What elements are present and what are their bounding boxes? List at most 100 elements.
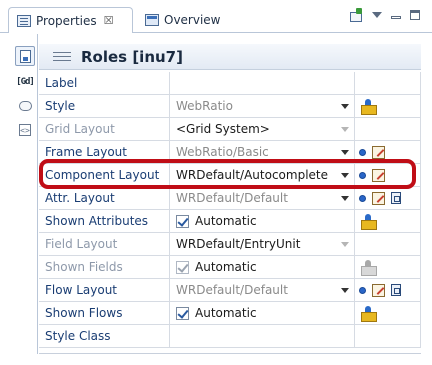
dot-icon[interactable] bbox=[359, 171, 366, 179]
automatic-checkbox bbox=[176, 260, 189, 274]
tab-overview-label: Overview bbox=[164, 13, 221, 27]
property-label: Grid Layout bbox=[39, 118, 170, 141]
view-menu-icon[interactable] bbox=[372, 11, 382, 18]
side-tab-code[interactable]: <> bbox=[15, 120, 35, 140]
checkbox-label: Automatic bbox=[195, 306, 257, 320]
edit-icon[interactable] bbox=[372, 283, 385, 297]
actions-cell bbox=[355, 187, 421, 210]
minimize-icon[interactable] bbox=[391, 16, 401, 19]
row-flow-layout: Flow Layout WRDefault/Default bbox=[39, 279, 421, 302]
frame-layout-value[interactable]: WebRatio/Basic bbox=[170, 141, 355, 164]
component-layout-value[interactable]: WRDefault/Autocomplete bbox=[170, 164, 355, 187]
file-icon[interactable] bbox=[391, 192, 401, 204]
divider bbox=[39, 353, 421, 354]
style-dropdown[interactable] bbox=[335, 95, 355, 118]
row-component-layout: Component Layout WRDefault/Autocomplete bbox=[39, 164, 421, 187]
tab-properties-label: Properties bbox=[36, 13, 97, 28]
actions-cell bbox=[355, 118, 421, 141]
shown-flows-value[interactable]: Automatic bbox=[170, 302, 355, 325]
field-layout-value: WRDefault/EntryUnit bbox=[170, 233, 355, 256]
shown-fields-value: Automatic bbox=[170, 256, 355, 279]
chevron-down-icon bbox=[340, 103, 349, 109]
overview-icon bbox=[145, 14, 159, 26]
shown-attributes-value[interactable]: Automatic bbox=[170, 210, 355, 233]
actions-cell bbox=[355, 233, 421, 256]
row-field-layout: Field Layout WRDefault/EntryUnit bbox=[39, 233, 421, 256]
select-icon bbox=[359, 259, 377, 276]
property-label: Style bbox=[39, 95, 170, 118]
actions-cell bbox=[355, 302, 421, 325]
select-icon[interactable] bbox=[359, 213, 377, 230]
empty-cell bbox=[335, 256, 355, 279]
side-tab-grid[interactable]: [Gd] bbox=[15, 72, 35, 92]
comment-icon bbox=[18, 101, 32, 111]
property-label: Style Class bbox=[39, 325, 170, 348]
actions-cell bbox=[355, 325, 421, 348]
close-icon[interactable]: ☒ bbox=[104, 14, 114, 27]
row-label: Label bbox=[39, 72, 421, 95]
automatic-checkbox[interactable] bbox=[176, 214, 189, 228]
chevron-down-icon bbox=[340, 172, 349, 178]
row-grid-layout: Grid Layout <Grid System> bbox=[39, 118, 421, 141]
edit-icon[interactable] bbox=[372, 145, 385, 159]
field-layout-dropdown bbox=[335, 233, 355, 256]
property-label: Flow Layout bbox=[39, 279, 170, 302]
actions-cell bbox=[355, 164, 421, 187]
select-icon[interactable] bbox=[359, 305, 377, 322]
row-shown-attributes: Shown Attributes Automatic bbox=[39, 210, 421, 233]
maximize-icon[interactable] bbox=[410, 9, 420, 20]
actions-cell bbox=[355, 95, 421, 118]
side-tab-general[interactable] bbox=[15, 46, 35, 66]
property-label: Shown Fields bbox=[39, 256, 170, 279]
chevron-down-icon bbox=[340, 149, 349, 155]
actions-cell bbox=[355, 279, 421, 302]
grid-layout-dropdown bbox=[335, 118, 355, 141]
dot-icon[interactable] bbox=[359, 194, 366, 202]
empty-cell bbox=[335, 72, 355, 95]
dot-icon[interactable] bbox=[359, 286, 366, 294]
properties-header: Roles [inu7] bbox=[39, 44, 421, 70]
select-icon[interactable] bbox=[359, 98, 377, 115]
chevron-down-icon bbox=[340, 287, 349, 293]
property-label: Component Layout bbox=[39, 164, 170, 187]
actions-cell bbox=[355, 256, 421, 279]
tab-overview[interactable]: Overview bbox=[137, 7, 247, 33]
grid-layout-value: <Grid System> bbox=[170, 118, 355, 141]
style-class-value-input[interactable] bbox=[170, 325, 355, 348]
view-toolbar bbox=[349, 8, 420, 22]
empty-cell bbox=[335, 302, 355, 325]
tab-properties[interactable]: Properties ☒ bbox=[8, 7, 133, 33]
property-label: Shown Attributes bbox=[39, 210, 170, 233]
side-tab-comments[interactable] bbox=[15, 96, 35, 116]
style-value[interactable]: WebRatio bbox=[170, 95, 355, 118]
flow-layout-value[interactable]: WRDefault/Default bbox=[170, 279, 355, 302]
dot-icon[interactable] bbox=[359, 148, 366, 156]
attr-layout-dropdown[interactable] bbox=[335, 187, 355, 210]
file-icon[interactable] bbox=[391, 284, 401, 296]
frame-layout-dropdown[interactable] bbox=[335, 141, 355, 164]
code-icon: <> bbox=[19, 124, 31, 136]
pin-editor-icon[interactable] bbox=[349, 8, 363, 22]
properties-side-tabs: [Gd] <> bbox=[12, 34, 38, 354]
view-tab-bar: Properties ☒ Overview bbox=[0, 0, 432, 33]
actions-cell bbox=[355, 210, 421, 233]
flow-layout-dropdown[interactable] bbox=[335, 279, 355, 302]
empty-cell bbox=[335, 210, 355, 233]
property-label: Frame Layout bbox=[39, 141, 170, 164]
page-title: Roles [inu7] bbox=[81, 47, 183, 66]
automatic-checkbox[interactable] bbox=[176, 306, 189, 320]
chevron-down-icon bbox=[340, 241, 349, 247]
properties-icon bbox=[17, 14, 31, 27]
actions-cell bbox=[355, 141, 421, 164]
checkbox-label: Automatic bbox=[195, 260, 257, 274]
document-icon bbox=[19, 49, 31, 63]
component-layout-dropdown[interactable] bbox=[335, 164, 355, 187]
attr-layout-value[interactable]: WRDefault/Default bbox=[170, 187, 355, 210]
label-value-input[interactable] bbox=[170, 72, 355, 95]
edit-icon[interactable] bbox=[372, 168, 385, 182]
row-attr-layout: Attr. Layout WRDefault/Default bbox=[39, 187, 421, 210]
checkbox-label: Automatic bbox=[195, 214, 257, 228]
list-icon bbox=[53, 51, 71, 63]
empty-cell bbox=[335, 325, 355, 348]
edit-icon[interactable] bbox=[372, 191, 385, 205]
